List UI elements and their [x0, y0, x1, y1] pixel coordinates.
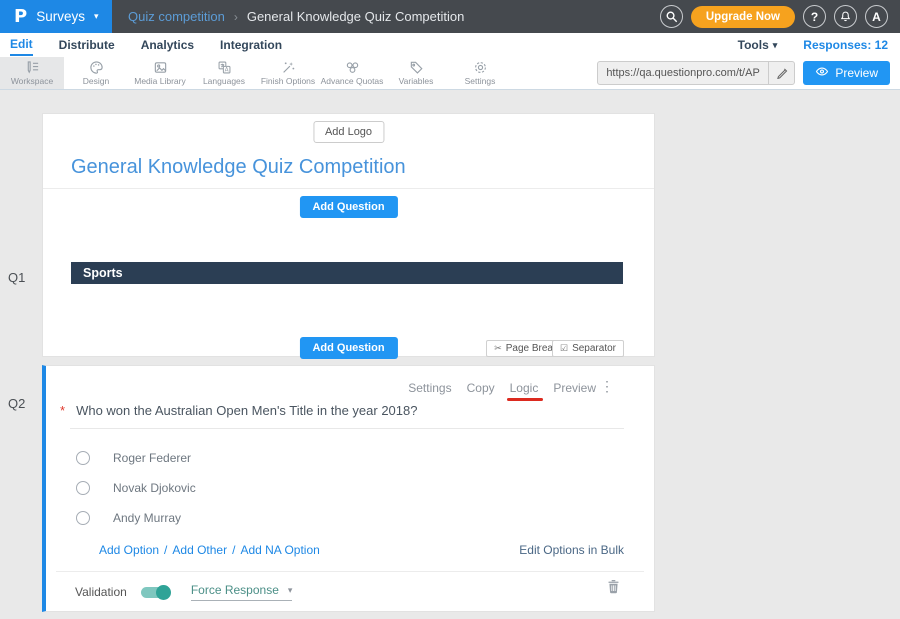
responses-count[interactable]: Responses: 12 — [803, 38, 888, 52]
design-icon — [89, 60, 104, 75]
tab-analytics[interactable]: Analytics — [141, 36, 194, 55]
required-asterisk: * — [60, 403, 65, 418]
eye-icon — [815, 66, 829, 80]
topbar-actions: Upgrade Now ? A — [660, 5, 900, 28]
validation-label: Validation — [75, 585, 127, 599]
add-other-link[interactable]: Add Other — [172, 543, 227, 557]
media-library-icon — [153, 60, 168, 75]
delete-question-trash-icon[interactable] — [607, 579, 620, 597]
option-label[interactable]: Andy Murray — [113, 511, 181, 525]
answer-option-row: Andy Murray — [76, 511, 181, 525]
breadcrumb-separator-icon: › — [234, 10, 238, 24]
answer-option-row: Novak Djokovic — [76, 481, 196, 495]
notifications-bell-icon[interactable] — [834, 5, 857, 28]
force-response-dropdown[interactable]: Force Response ▾ — [191, 583, 293, 601]
breadcrumb-current: General Knowledge Quiz Competition — [247, 9, 465, 24]
toolbar-item-workspace[interactable]: Workspace — [0, 57, 64, 89]
link-separator: / — [164, 543, 167, 557]
survey-url-input[interactable] — [598, 67, 768, 79]
survey-editor-canvas: Q1 Q2 Add Logo General Knowledge Quiz Co… — [0, 90, 900, 619]
tools-dropdown[interactable]: Tools ▾ — [738, 38, 778, 52]
breadcrumb-parent[interactable]: Quiz competition — [128, 9, 225, 24]
tabrow-right: Tools ▾ Responses: 12 — [738, 38, 900, 52]
question-preview-action[interactable]: Preview — [553, 381, 596, 395]
chevron-down-icon: ▾ — [288, 586, 293, 595]
question-number-q2: Q2 — [8, 396, 25, 411]
divider — [43, 188, 654, 189]
question-number-q1: Q1 — [8, 270, 25, 285]
finish-options-icon — [281, 60, 296, 75]
question-card-q2: Settings Copy Logic Preview ⋮ * Who won t… — [42, 365, 655, 612]
question-text-underline — [70, 428, 624, 429]
languages-icon: A — [217, 60, 232, 75]
surveys-menu[interactable]: P Surveys ▾ — [0, 0, 112, 33]
chevron-down-icon: ▾ — [94, 12, 99, 21]
toolbar-item-design[interactable]: Design — [64, 57, 128, 89]
add-logo-button[interactable]: Add Logo — [313, 121, 384, 143]
add-question-button-bottom[interactable]: Add Question — [299, 337, 397, 359]
answer-option-row: Roger Federer — [76, 451, 191, 465]
question-logic-action[interactable]: Logic — [510, 381, 539, 395]
divider — [56, 571, 644, 572]
questionpro-logo: P — [14, 6, 27, 27]
link-separator: / — [232, 543, 235, 557]
kebab-menu-icon[interactable]: ⋮ — [600, 378, 614, 395]
add-option-link[interactable]: Add Option — [99, 543, 159, 557]
help-icon[interactable]: ? — [803, 5, 826, 28]
tab-integration[interactable]: Integration — [220, 36, 282, 55]
option-label[interactable]: Novak Djokovic — [113, 481, 196, 495]
toolbar-item-finish-options[interactable]: Finish Options — [256, 57, 320, 89]
page-break-icon: ✂ — [494, 343, 502, 354]
toggle-thumb — [156, 585, 171, 600]
chevron-down-icon: ▾ — [773, 41, 778, 50]
surveys-label: Surveys — [36, 9, 85, 24]
svg-text:A: A — [224, 68, 228, 74]
radio-button[interactable] — [76, 451, 90, 465]
avatar[interactable]: A — [865, 5, 888, 28]
tab-edit[interactable]: Edit — [10, 35, 33, 56]
survey-title[interactable]: General Knowledge Quiz Competition — [71, 156, 406, 179]
breadcrumb: Quiz competition › General Knowledge Qui… — [128, 9, 464, 24]
q1-section-heading[interactable]: Sports — [71, 262, 623, 284]
question-text-row: * Who won the Australian Open Men's Title… — [60, 403, 624, 418]
settings-icon — [473, 60, 488, 75]
toolbar-item-media-library[interactable]: Media Library — [128, 57, 192, 89]
radio-button[interactable] — [76, 511, 90, 525]
add-question-button-top[interactable]: Add Question — [299, 196, 397, 218]
edit-toolbar: Workspace Design Media Library A Languag… — [0, 57, 900, 90]
toolbar-right: Preview — [597, 57, 900, 89]
separator-button[interactable]: ☑ Separator — [552, 340, 624, 357]
option-label[interactable]: Roger Federer — [113, 451, 191, 465]
upgrade-now-button[interactable]: Upgrade Now — [691, 6, 795, 28]
add-na-option-link[interactable]: Add NA Option — [240, 543, 319, 557]
edit-url-pencil-icon[interactable] — [768, 61, 794, 85]
search-icon[interactable] — [660, 5, 683, 28]
main-tabs: Edit Distribute Analytics Integration To… — [0, 33, 900, 57]
survey-header-card: Add Logo General Knowledge Quiz Competit… — [42, 113, 655, 357]
question-actions: Settings Copy Logic Preview — [408, 381, 596, 395]
toolbar-item-languages[interactable]: A Languages — [192, 57, 256, 89]
edit-options-in-bulk-link[interactable]: Edit Options in Bulk — [519, 543, 624, 557]
validation-toggle[interactable] — [141, 587, 169, 598]
separator-icon: ☑ — [560, 343, 568, 354]
variables-icon — [409, 60, 424, 75]
top-bar: P Surveys ▾ Quiz competition › General K… — [0, 0, 900, 33]
preview-button[interactable]: Preview — [803, 61, 890, 85]
question-text[interactable]: Who won the Australian Open Men's Title … — [76, 403, 417, 418]
add-option-links: Add Option / Add Other / Add NA Option — [99, 543, 320, 557]
advance-quotas-icon — [345, 60, 360, 75]
workspace-icon — [25, 60, 40, 75]
question-settings-action[interactable]: Settings — [408, 381, 451, 395]
toolbar-item-settings[interactable]: Settings — [448, 57, 512, 89]
tab-distribute[interactable]: Distribute — [59, 36, 115, 55]
toolbar-item-advance-quotas[interactable]: Advance Quotas — [320, 57, 384, 89]
tools-label: Tools — [738, 38, 769, 52]
survey-url-box — [597, 61, 795, 85]
toolbar-item-variables[interactable]: Variables — [384, 57, 448, 89]
radio-button[interactable] — [76, 481, 90, 495]
validation-row: Validation Force Response ▾ — [75, 583, 292, 601]
question-copy-action[interactable]: Copy — [467, 381, 495, 395]
